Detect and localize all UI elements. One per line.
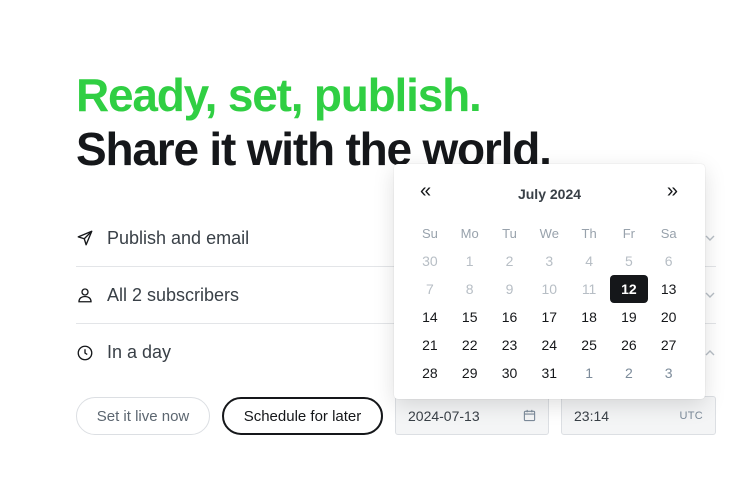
- calendar-icon[interactable]: [523, 409, 536, 422]
- weekday-header: Th: [581, 225, 597, 241]
- calendar-day[interactable]: 5: [609, 247, 649, 275]
- calendar-day[interactable]: 10: [529, 275, 569, 303]
- send-icon: [76, 229, 94, 247]
- calendar-day[interactable]: 28: [410, 359, 450, 387]
- calendar-day[interactable]: 30: [410, 247, 450, 275]
- calendar-day[interactable]: 23: [490, 331, 530, 359]
- calendar-day[interactable]: 7: [410, 275, 450, 303]
- calendar-day[interactable]: 30: [490, 359, 530, 387]
- timezone-label: UTC: [679, 409, 703, 422]
- calendar-day[interactable]: 13: [649, 275, 689, 303]
- calendar-day[interactable]: 29: [450, 359, 490, 387]
- calendar-day[interactable]: 24: [529, 331, 569, 359]
- calendar-day[interactable]: 15: [450, 303, 490, 331]
- weekday-header: We: [539, 225, 559, 241]
- date-picker-popover: « July 2024 » Su Mo Tu We Th Fr Sa 30 1 2 3 4 5 6 7 8 9 1…: [394, 164, 705, 399]
- option-label: In a day: [107, 342, 172, 362]
- calendar-day[interactable]: 2: [609, 359, 649, 387]
- calendar-day-selected[interactable]: 12: [609, 275, 648, 303]
- chevron-down-icon: [705, 235, 715, 241]
- calendar-day[interactable]: 1: [569, 359, 609, 387]
- calendar-day[interactable]: 2: [490, 247, 530, 275]
- time-value: 23:14: [574, 407, 610, 424]
- calendar-day[interactable]: 27: [649, 331, 689, 359]
- calendar-day[interactable]: 17: [529, 303, 569, 331]
- calendar-day[interactable]: 26: [609, 331, 649, 359]
- headline-line1: Ready, set, publish.: [76, 69, 482, 121]
- calendar-day[interactable]: 31: [529, 359, 569, 387]
- calendar-day[interactable]: 16: [490, 303, 530, 331]
- set-live-now-button[interactable]: Set it live now: [76, 397, 210, 435]
- calendar-day[interactable]: 22: [450, 331, 490, 359]
- weekday-header: Su: [421, 225, 438, 241]
- calendar-day[interactable]: 6: [649, 247, 689, 275]
- date-input[interactable]: 2024-07-13: [395, 396, 549, 435]
- chevron-down-icon: [705, 292, 715, 298]
- weekday-header: Sa: [660, 225, 677, 241]
- time-input[interactable]: 23:14 UTC: [561, 396, 716, 435]
- calendar-day[interactable]: 11: [569, 275, 609, 303]
- user-icon: [76, 286, 94, 304]
- calendar-day[interactable]: 14: [410, 303, 450, 331]
- calendar-grid: Su Mo Tu We Th Fr Sa 30 1 2 3 4 5 6 7 8 9 10 11 12 13 14 15 16 1…: [410, 219, 689, 387]
- headline: Ready, set, publish. Share it with the w…: [76, 68, 552, 176]
- next-month-button[interactable]: »: [667, 180, 678, 203]
- clock-icon: [76, 344, 94, 362]
- calendar-day[interactable]: 3: [529, 247, 569, 275]
- calendar-day[interactable]: 3: [649, 359, 689, 387]
- chevron-up-icon: [705, 349, 715, 355]
- schedule-later-button[interactable]: Schedule for later: [222, 397, 383, 435]
- calendar-day[interactable]: 19: [609, 303, 649, 331]
- calendar-day[interactable]: 25: [569, 331, 609, 359]
- calendar-month-label: July 2024: [517, 186, 582, 202]
- calendar-day[interactable]: 4: [569, 247, 609, 275]
- calendar-day[interactable]: 20: [649, 303, 689, 331]
- option-label: Publish and email: [107, 227, 250, 248]
- weekday-header: Tu: [502, 225, 517, 241]
- weekday-header: Fr: [622, 225, 636, 241]
- calendar-header: « July 2024 »: [394, 164, 705, 222]
- calendar-day[interactable]: 18: [569, 303, 609, 331]
- calendar-day[interactable]: 1: [450, 247, 490, 275]
- date-value: 2024-07-13: [408, 407, 480, 424]
- weekday-header: Mo: [460, 225, 479, 241]
- calendar-day[interactable]: 9: [490, 275, 530, 303]
- option-label: All 2 subscribers: [107, 284, 240, 305]
- calendar-day[interactable]: 8: [450, 275, 490, 303]
- calendar-day[interactable]: 21: [410, 331, 450, 359]
